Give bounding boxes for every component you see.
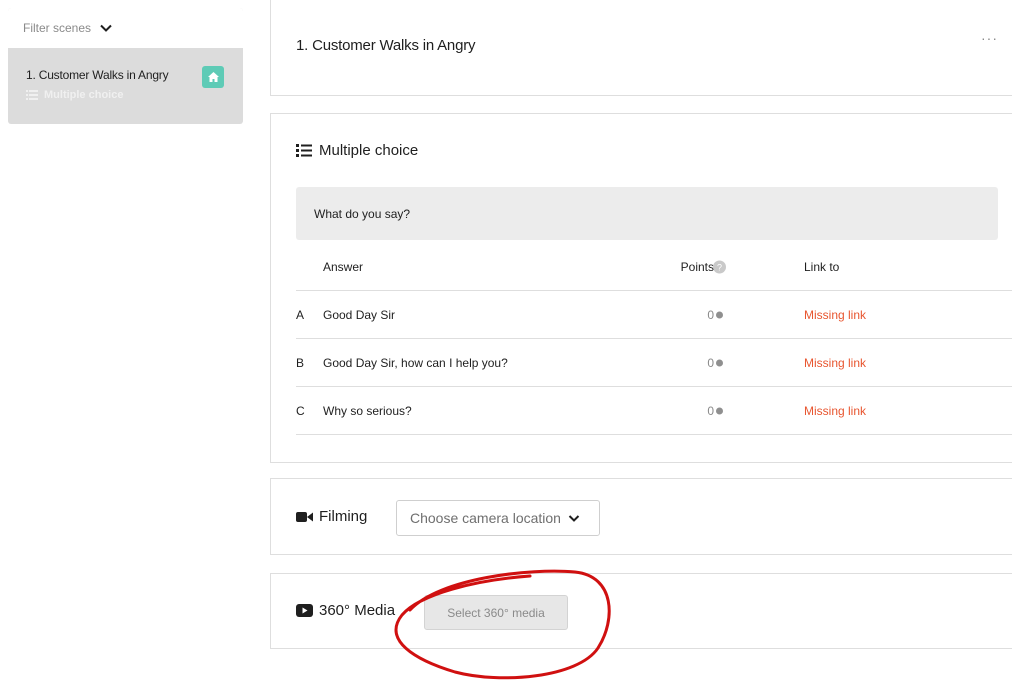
multiple-choice-card: Multiple choice What do you say? Answer … — [270, 113, 1012, 463]
multiple-choice-title: Multiple choice — [319, 142, 419, 159]
table-row[interactable]: B Good Day Sir, how can I help you? 0 Mi… — [296, 339, 1012, 387]
camera-location-value: Choose camera location — [410, 510, 561, 526]
sidebar-scene-title: 1. Customer Walks in Angry — [26, 68, 169, 82]
answer-points[interactable]: 0 — [664, 404, 714, 418]
select-360-media-button[interactable]: Select 360° media — [424, 595, 568, 630]
table-row[interactable]: C Why so serious? 0 Missing link — [296, 387, 1012, 435]
answer-letter: A — [296, 307, 305, 322]
filter-scenes-label: Filter scenes — [23, 21, 92, 35]
list-icon — [26, 90, 38, 100]
answer-points[interactable]: 0 — [664, 356, 714, 370]
points-column-header: Points — [680, 260, 714, 274]
missing-link[interactable]: Missing link — [804, 404, 866, 418]
status-dot-icon — [716, 311, 723, 318]
missing-link[interactable]: Missing link — [804, 356, 866, 370]
home-icon — [207, 72, 219, 82]
link-to-column-header: Link to — [804, 260, 840, 274]
answer-column-header: Answer — [323, 260, 364, 274]
answer-text[interactable]: Why so serious? — [323, 404, 412, 418]
table-row[interactable]: A Good Day Sir 0 Missing link — [296, 291, 1012, 339]
start-scene-badge — [202, 66, 224, 88]
sidebar-item-scene-1[interactable]: 1. Customer Walks in Angry Multiple choi… — [8, 48, 243, 101]
filming-label: Filming — [319, 508, 368, 525]
camera-location-select[interactable]: Choose camera location — [396, 500, 600, 536]
media-card: 360° Media Select 360° media — [270, 573, 1012, 649]
sidebar-scene-subtitle: Multiple choice — [26, 89, 225, 101]
filter-scenes-dropdown[interactable]: Filter scenes — [8, 8, 243, 48]
scene-sidebar: Filter scenes 1. Customer Walks in Angry… — [8, 8, 243, 124]
missing-link[interactable]: Missing link — [804, 308, 866, 322]
filming-header: Filming — [296, 508, 367, 525]
status-dot-icon — [716, 407, 723, 414]
scene-title-card: 1. Customer Walks in Angry ··· — [270, 0, 1012, 96]
answers-table-header: Answer Points ? Link to — [296, 244, 1012, 291]
answers-table: Answer Points ? Link to A Good Day Sir 0… — [296, 244, 1012, 435]
media-header: 360° Media — [296, 602, 395, 619]
list-icon — [296, 144, 312, 157]
more-icon[interactable]: ··· — [981, 30, 998, 46]
answer-text[interactable]: Good Day Sir — [323, 308, 395, 322]
question-field[interactable]: What do you say? — [296, 187, 998, 240]
sidebar-scene-type: Multiple choice — [44, 89, 124, 101]
scene-title[interactable]: 1. Customer Walks in Angry — [296, 37, 476, 54]
status-dot-icon — [716, 359, 723, 366]
answer-letter: B — [296, 355, 305, 370]
help-icon[interactable]: ? — [713, 260, 726, 274]
media-label: 360° Media — [319, 602, 396, 619]
chevron-down-icon — [100, 24, 112, 32]
chevron-down-icon — [568, 515, 580, 522]
camera-icon — [296, 511, 313, 522]
answer-letter: C — [296, 403, 305, 418]
multiple-choice-header: Multiple choice — [296, 142, 418, 159]
answer-points[interactable]: 0 — [664, 308, 714, 322]
filming-card: Filming Choose camera location — [270, 478, 1012, 555]
youtube-icon — [296, 604, 313, 617]
answer-text[interactable]: Good Day Sir, how can I help you? — [323, 356, 508, 370]
question-text: What do you say? — [314, 206, 411, 221]
